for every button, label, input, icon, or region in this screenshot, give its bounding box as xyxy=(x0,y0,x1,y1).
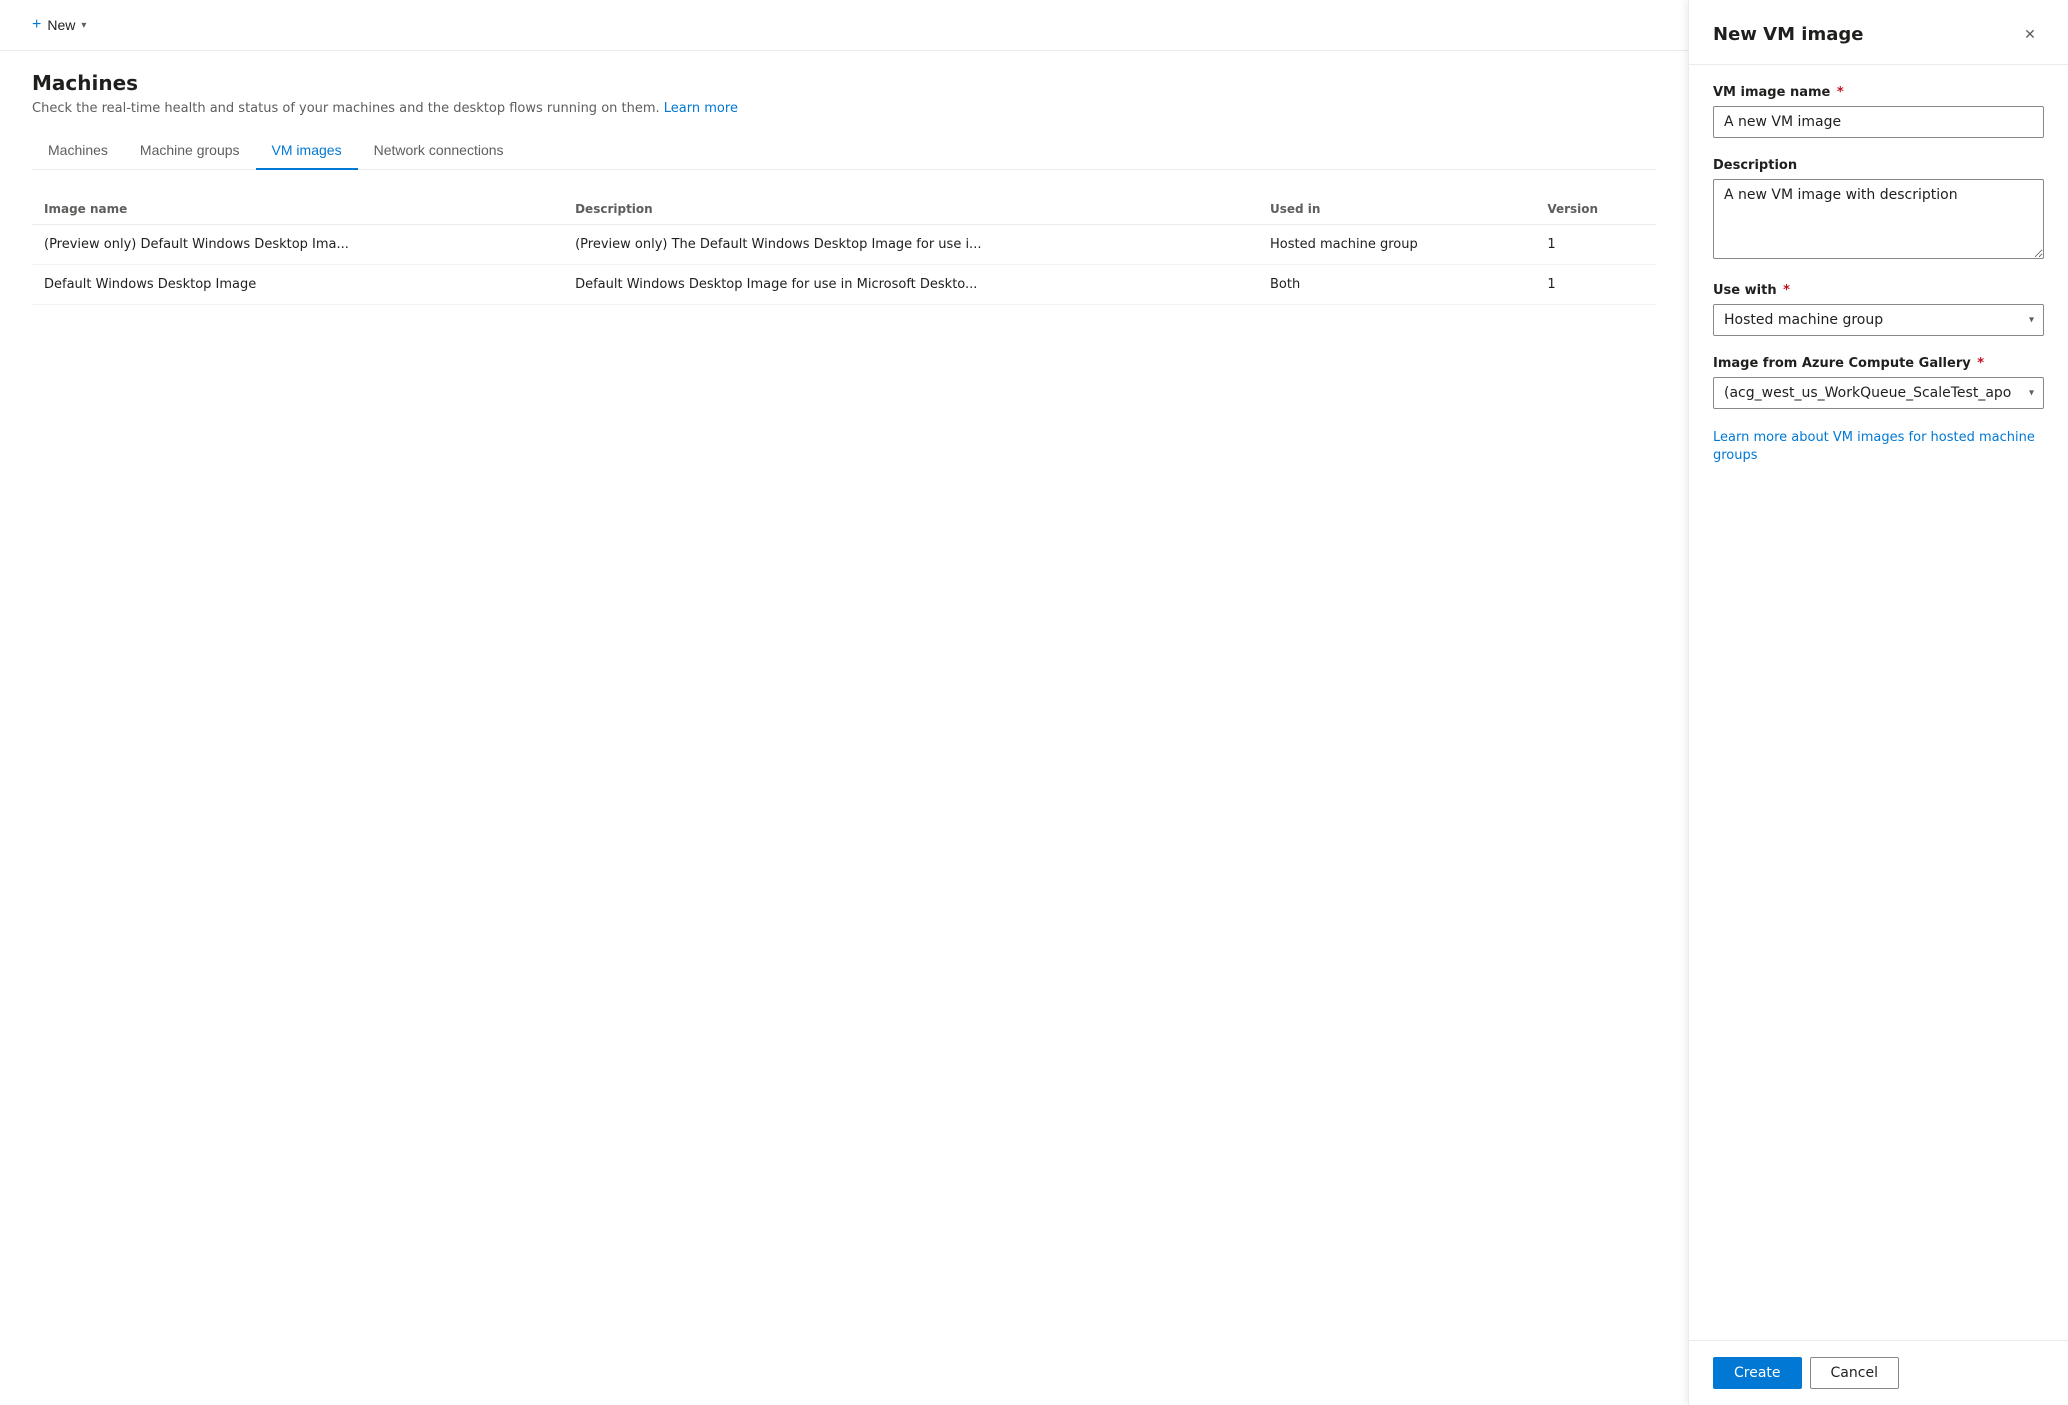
cell-image-name: (Preview only) Default Windows Desktop I… xyxy=(32,225,563,265)
tab-vm-images[interactable]: VM images xyxy=(256,132,358,170)
tab-machine-groups[interactable]: Machine groups xyxy=(124,132,256,170)
form-group-image-acg: Image from Azure Compute Gallery * (acg_… xyxy=(1713,356,2044,409)
vm-images-table: Image name Description Used in Version (… xyxy=(32,194,1656,305)
side-panel-footer: Create Cancel xyxy=(1689,1340,2068,1405)
label-use-with: Use with * xyxy=(1713,283,2044,298)
help-link[interactable]: Learn more about VM images for hosted ma… xyxy=(1713,430,2035,463)
create-button[interactable]: Create xyxy=(1713,1357,1802,1389)
page-title: Machines xyxy=(32,71,1656,95)
learn-more-link[interactable]: Learn more xyxy=(664,101,738,116)
col-header-used-in: Used in xyxy=(1258,194,1535,225)
cancel-button[interactable]: Cancel xyxy=(1810,1357,1899,1389)
description-textarea[interactable]: A new VM image with description xyxy=(1713,179,2044,259)
tab-machines[interactable]: Machines xyxy=(32,132,124,170)
close-button[interactable]: ✕ xyxy=(2016,20,2044,48)
label-description: Description xyxy=(1713,158,2044,173)
side-panel-header: New VM image ✕ xyxy=(1689,0,2068,65)
label-image-acg: Image from Azure Compute Gallery * xyxy=(1713,356,2044,371)
page-subtitle: Check the real-time health and status of… xyxy=(32,101,1656,116)
new-button-label: New xyxy=(47,17,75,33)
plus-icon: + xyxy=(32,16,41,34)
col-header-version: Version xyxy=(1535,194,1656,225)
use-with-select[interactable]: Hosted machine group Both xyxy=(1713,304,2044,336)
cell-used-in: Both xyxy=(1258,265,1535,305)
table-row[interactable]: Default Windows Desktop Image Default Wi… xyxy=(32,265,1656,305)
help-link-container: Learn more about VM images for hosted ma… xyxy=(1713,429,2044,465)
required-indicator: * xyxy=(1973,356,1984,371)
table-area: Image name Description Used in Version (… xyxy=(0,170,1688,329)
cell-description: (Preview only) The Default Windows Deskt… xyxy=(563,225,1258,265)
chevron-down-icon: ▾ xyxy=(81,20,86,31)
side-panel: New VM image ✕ VM image name * Descripti… xyxy=(1688,0,2068,1405)
tab-network-connections[interactable]: Network connections xyxy=(358,132,520,170)
image-acg-select[interactable]: (acg_west_us_WorkQueue_ScaleTest_apos... xyxy=(1713,377,2044,409)
col-header-description: Description xyxy=(563,194,1258,225)
cell-version: 1 xyxy=(1535,225,1656,265)
col-header-image-name: Image name xyxy=(32,194,563,225)
table-row[interactable]: (Preview only) Default Windows Desktop I… xyxy=(32,225,1656,265)
side-panel-body: VM image name * Description A new VM ima… xyxy=(1689,65,2068,1340)
tab-bar: Machines Machine groups VM images Networ… xyxy=(32,132,1656,170)
side-panel-title: New VM image xyxy=(1713,24,1863,45)
cell-used-in: Hosted machine group xyxy=(1258,225,1535,265)
form-group-vm-image-name: VM image name * xyxy=(1713,85,2044,138)
vm-image-name-input[interactable] xyxy=(1713,106,2044,138)
cell-image-name: Default Windows Desktop Image xyxy=(32,265,563,305)
required-indicator: * xyxy=(1832,85,1843,100)
cell-description: Default Windows Desktop Image for use in… xyxy=(563,265,1258,305)
use-with-select-wrapper: Hosted machine group Both ▾ xyxy=(1713,304,2044,336)
label-vm-image-name: VM image name * xyxy=(1713,85,2044,100)
form-group-use-with: Use with * Hosted machine group Both ▾ xyxy=(1713,283,2044,336)
new-button[interactable]: + New ▾ xyxy=(24,12,94,38)
image-acg-select-wrapper: (acg_west_us_WorkQueue_ScaleTest_apos...… xyxy=(1713,377,2044,409)
form-group-description: Description A new VM image with descript… xyxy=(1713,158,2044,263)
required-indicator: * xyxy=(1779,283,1790,298)
cell-version: 1 xyxy=(1535,265,1656,305)
